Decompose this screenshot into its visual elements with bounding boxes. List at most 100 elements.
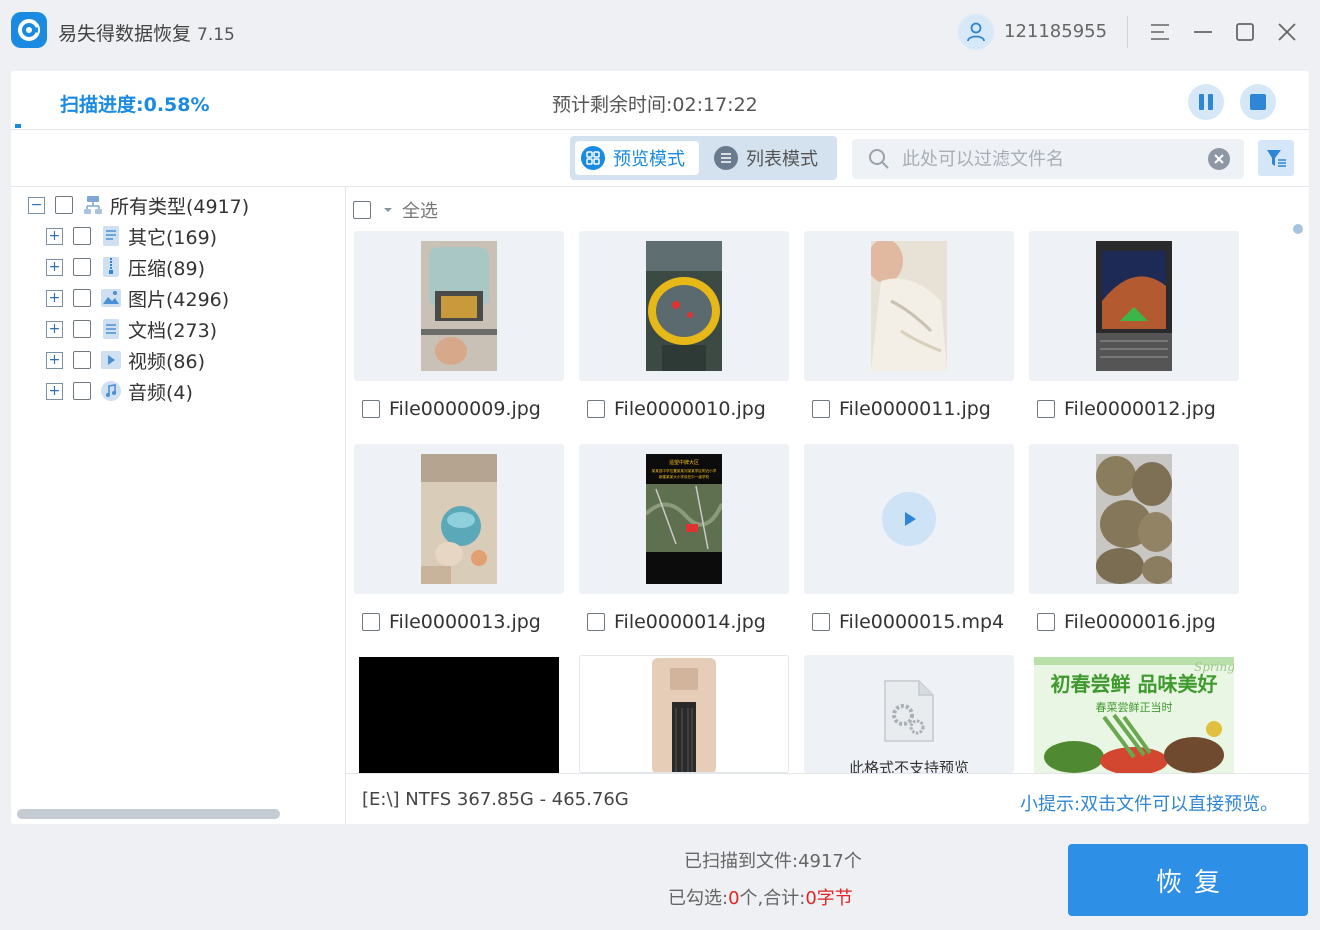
app-logo-icon xyxy=(11,12,47,48)
file-tile[interactable]: 此格式不支持预览 xyxy=(804,655,1014,773)
file-item[interactable]: File0000013.jpg xyxy=(362,609,541,635)
expand-icon[interactable]: + xyxy=(46,382,63,400)
search-icon xyxy=(869,149,889,169)
tree-item-image[interactable]: + 图片(4296) xyxy=(46,284,229,312)
remaining-time: 预计剩余时间:02:17:22 xyxy=(552,90,758,117)
poster-text-2: 某某县中学位置某某河某某学区附近小学 xyxy=(652,468,717,473)
tree-item-label: 音频(4) xyxy=(128,381,193,404)
file-checkbox[interactable] xyxy=(1037,613,1055,631)
tree-horizontal-scrollbar[interactable] xyxy=(17,809,280,819)
file-item[interactable]: File0000014.jpg xyxy=(587,609,766,635)
file-tile[interactable] xyxy=(354,655,564,773)
file-name: File0000012.jpg xyxy=(1064,398,1216,420)
select-all-label: 全选 xyxy=(402,201,438,222)
file-item[interactable]: File0000009.jpg xyxy=(362,396,541,422)
selected-label: 已勾选: xyxy=(668,888,729,909)
thumbnail-image: Spring 初春尝鲜 品味美好 春菜尝鲜正当时 xyxy=(1034,657,1234,773)
title-divider xyxy=(1127,16,1128,48)
list-mode-label: 列表模式 xyxy=(746,149,818,170)
user-id[interactable]: 121185955 xyxy=(1004,21,1107,42)
tree-item-document[interactable]: + 文档(273) xyxy=(46,315,217,343)
tree-item-label: 视频(86) xyxy=(128,350,206,373)
minimize-icon[interactable] xyxy=(1191,20,1215,44)
file-tile[interactable] xyxy=(1029,231,1239,381)
filename-filter-input[interactable] xyxy=(902,139,1202,179)
image-icon xyxy=(100,287,122,309)
thumbnail-image xyxy=(1096,454,1172,584)
file-tile[interactable] xyxy=(579,655,789,773)
thumbnail-image xyxy=(871,241,947,371)
select-all-checkbox[interactable] xyxy=(353,201,371,219)
selected-summary: 已勾选:0个,合计:0字节 xyxy=(668,884,853,910)
preview-mode-button[interactable]: 预览模式 xyxy=(575,141,699,175)
file-tile[interactable] xyxy=(804,444,1014,594)
file-item[interactable]: File0000012.jpg xyxy=(1037,396,1216,422)
tree-item-label: 其它(169) xyxy=(128,226,218,249)
preview-mode-label: 预览模式 xyxy=(613,149,685,170)
file-item[interactable]: File0000016.jpg xyxy=(1037,609,1216,635)
play-icon[interactable] xyxy=(882,492,936,546)
tree-item-label: 压缩(89) xyxy=(128,257,206,280)
collapse-icon[interactable]: − xyxy=(28,196,45,214)
maximize-icon[interactable] xyxy=(1233,20,1257,44)
checkbox[interactable] xyxy=(73,227,91,245)
list-mode-button[interactable]: 列表模式 xyxy=(708,141,832,175)
file-tile[interactable] xyxy=(354,444,564,594)
main-panel: 扫描进度:0.58% 预计剩余时间:02:17:22 预览模式 列表模式 此处可… xyxy=(11,71,1309,824)
clear-search-icon xyxy=(1208,148,1230,170)
file-checkbox[interactable] xyxy=(362,400,380,418)
tree-item-audio[interactable]: + 音频(4) xyxy=(46,377,193,405)
checkbox[interactable] xyxy=(55,196,73,214)
file-checkbox[interactable] xyxy=(587,400,605,418)
file-tile[interactable]: 遥望中牌大区 某某县中学位置某某河某某学区附近小学 新建某某大小学设在中一级学校 xyxy=(579,444,789,594)
app-name: 易失得数据恢复 xyxy=(58,23,192,45)
file-tile[interactable]: Spring 初春尝鲜 品味美好 春菜尝鲜正当时 xyxy=(1029,655,1239,773)
banner-title: 初春尝鲜 品味美好 xyxy=(1051,672,1218,696)
close-icon[interactable] xyxy=(1275,20,1299,44)
preview-tip: 小提示:双击文件可以直接预览。 xyxy=(1020,794,1279,815)
pause-button[interactable] xyxy=(1188,84,1224,120)
file-item[interactable]: File0000011.jpg xyxy=(812,396,991,422)
expand-icon[interactable]: + xyxy=(46,351,63,369)
recover-button[interactable]: 恢复 xyxy=(1068,844,1308,916)
file-tile[interactable] xyxy=(1029,444,1239,594)
grid-vertical-scrollbar[interactable] xyxy=(1293,224,1303,234)
checkbox[interactable] xyxy=(73,382,91,400)
expand-icon[interactable]: + xyxy=(46,258,63,276)
file-tile[interactable] xyxy=(804,231,1014,381)
file-checkbox[interactable] xyxy=(812,613,830,631)
tree-item-other[interactable]: + 其它(169) xyxy=(46,222,217,250)
expand-icon[interactable]: + xyxy=(46,320,63,338)
checkbox[interactable] xyxy=(73,258,91,276)
stop-button[interactable] xyxy=(1240,84,1276,120)
menu-icon[interactable] xyxy=(1148,20,1172,44)
file-tile[interactable] xyxy=(354,231,564,381)
file-checkbox[interactable] xyxy=(362,613,380,631)
tree-item-all-types[interactable]: − 所有类型(4917) xyxy=(28,191,249,219)
archive-icon xyxy=(100,256,122,278)
file-item[interactable]: File0000010.jpg xyxy=(587,396,766,422)
file-tile[interactable] xyxy=(579,231,789,381)
file-checkbox[interactable] xyxy=(812,400,830,418)
expand-icon[interactable]: + xyxy=(46,289,63,307)
filter-button[interactable] xyxy=(1258,140,1294,176)
scanned-label: 已扫描到文件: xyxy=(684,851,799,872)
tree-item-label: 所有类型(4917) xyxy=(110,195,250,218)
select-all[interactable]: 全选 xyxy=(353,195,438,225)
tree-item-video[interactable]: + 视频(86) xyxy=(46,346,205,374)
file-name: File0000015.mp4 xyxy=(839,611,1005,633)
file-item[interactable]: File0000015.mp4 xyxy=(812,609,1004,635)
filter-icon xyxy=(1267,150,1286,167)
file-checkbox[interactable] xyxy=(587,613,605,631)
file-checkbox[interactable] xyxy=(1037,400,1055,418)
thumbnail-image xyxy=(359,657,559,773)
scanned-files-count: 已扫描到文件:4917个 xyxy=(684,847,862,873)
checkbox[interactable] xyxy=(73,289,91,307)
expand-icon[interactable]: + xyxy=(46,227,63,245)
checkbox[interactable] xyxy=(73,320,91,338)
checkbox[interactable] xyxy=(73,351,91,369)
tree-item-archive[interactable]: + 压缩(89) xyxy=(46,253,205,281)
selected-count: 0 xyxy=(728,888,740,909)
user-avatar-icon[interactable] xyxy=(958,14,994,50)
thumbnail-image xyxy=(652,658,716,772)
